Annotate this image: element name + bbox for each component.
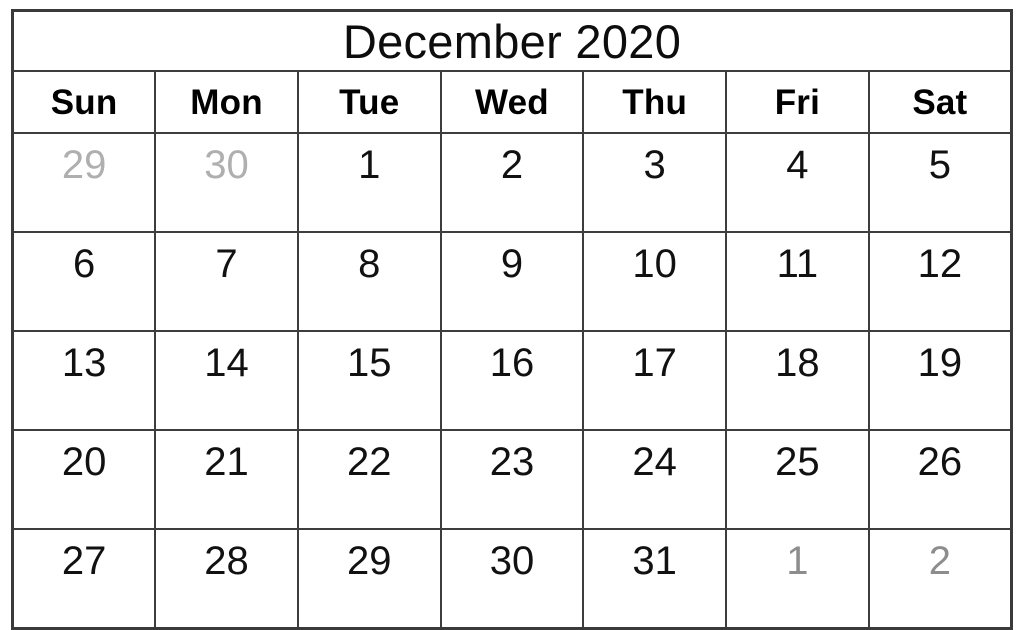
weekday-header-label: Sun [50,82,118,122]
calendar-head: December 2020 Sun Mon Tue Wed Thu Fri Sat [11,9,1013,134]
calendar-day-number: 9 [500,242,524,286]
calendar-day-cell[interactable]: 30 [439,528,585,630]
calendar-weekday-header-row: Sun Mon Tue Wed Thu Fri Sat [11,70,1013,134]
calendar-day-cell[interactable]: 26 [867,429,1013,530]
calendar-day-cell[interactable]: 25 [725,429,870,530]
calendar-week-row: 27 28 29 30 31 1 2 [11,528,1013,630]
calendar-day-number: 14 [204,341,249,385]
calendar-day-cell[interactable]: 2 [439,132,585,233]
calendar-day-number: 18 [775,341,820,385]
weekday-header-label: Sat [912,82,968,122]
calendar-day-cell[interactable]: 23 [439,429,585,530]
calendar-week-row: 29 30 1 2 3 4 5 [11,132,1013,233]
calendar-day-number: 30 [204,143,249,187]
calendar-day-cell[interactable]: 2 [867,528,1013,630]
weekday-header-wed: Wed [439,70,585,134]
calendar-day-number: 20 [61,440,107,484]
calendar-day-cell[interactable]: 13 [11,330,157,431]
calendar-week-row: 6 7 8 9 10 11 12 [11,231,1013,332]
weekday-header-label: Mon [190,82,263,122]
calendar-day-number: 28 [204,539,249,583]
calendar-day-cell[interactable]: 6 [11,231,157,332]
calendar-day-number: 30 [489,539,535,583]
calendar-day-number: 8 [358,242,381,286]
calendar-day-number: 15 [347,341,392,385]
calendar-day-number: 5 [928,143,951,187]
calendar-day-number: 23 [489,440,535,484]
weekday-header-label: Wed [475,82,549,122]
calendar-day-cell[interactable]: 5 [867,132,1013,233]
calendar-day-number: 12 [917,242,963,286]
calendar-day-cell[interactable]: 3 [582,132,728,233]
calendar-day-cell[interactable]: 30 [154,132,299,233]
weekday-header-mon: Mon [154,70,299,134]
calendar-day-number: 26 [917,440,963,484]
calendar-day-number: 2 [500,143,524,187]
calendar-day-number: 1 [786,539,809,583]
calendar-day-number: 25 [775,440,820,484]
calendar-week-row: 13 14 15 16 17 18 19 [11,330,1013,431]
calendar-day-number: 10 [632,242,677,286]
calendar-title-cell: December 2020 [11,9,1013,72]
weekday-header-sun: Sun [11,70,157,134]
calendar-day-number: 2 [928,539,951,583]
calendar-day-cell[interactable]: 18 [725,330,870,431]
weekday-header-thu: Thu [582,70,728,134]
calendar-day-number: 22 [347,440,392,484]
calendar-day-number: 4 [786,143,809,187]
calendar-day-cell[interactable]: 21 [154,429,299,530]
calendar-day-number: 19 [917,341,963,385]
calendar-day-cell[interactable]: 28 [154,528,299,630]
calendar-day-cell[interactable]: 31 [582,528,728,630]
calendar-container: December 2020 Sun Mon Tue Wed Thu Fri Sat 29 30… [11,9,1013,630]
calendar-day-cell[interactable]: 27 [11,528,157,630]
calendar-day-cell[interactable]: 20 [11,429,157,530]
calendar-day-cell[interactable]: 9 [439,231,585,332]
calendar-day-number: 6 [72,242,96,286]
calendar-day-cell[interactable]: 17 [582,330,728,431]
calendar-day-number: 24 [632,440,677,484]
calendar-day-cell[interactable]: 8 [296,231,442,332]
calendar-week-row: 20 21 22 23 24 25 26 [11,429,1013,530]
calendar-day-number: 3 [643,143,666,187]
calendar-day-cell[interactable]: 14 [154,330,299,431]
calendar-day-cell[interactable]: 7 [154,231,299,332]
calendar-day-number: 11 [776,242,819,286]
calendar-day-cell[interactable]: 1 [725,528,870,630]
calendar-day-number: 27 [61,539,107,583]
calendar-day-cell[interactable]: 11 [725,231,870,332]
weekday-header-sat: Sat [867,70,1013,134]
calendar-day-number: 21 [204,440,249,484]
calendar-day-number: 31 [632,539,677,583]
calendar-day-cell[interactable]: 15 [296,330,442,431]
calendar-day-cell[interactable]: 29 [11,132,157,233]
weekday-header-fri: Fri [725,70,870,134]
calendar-day-cell[interactable]: 4 [725,132,870,233]
calendar-day-number: 1 [358,143,381,187]
calendar-day-number: 7 [215,242,238,286]
calendar-day-cell[interactable]: 10 [582,231,728,332]
calendar-body: 29 30 1 2 3 4 5 6 7 8 9 10 11 12 13 14 15 16 17 18 19 20 21 22 2… [11,132,1013,630]
calendar-title-row: December 2020 [11,9,1013,72]
calendar-day-cell[interactable]: 29 [296,528,442,630]
calendar-day-cell[interactable]: 12 [867,231,1013,332]
calendar-day-number: 29 [347,539,392,583]
calendar-day-number: 17 [632,341,677,385]
weekday-header-label: Tue [339,82,400,122]
calendar-day-cell[interactable]: 24 [582,429,728,530]
calendar-day-number: 13 [61,341,107,385]
calendar-day-number: 16 [489,341,535,385]
month-calendar-table: December 2020 Sun Mon Tue Wed Thu Fri Sat 29 30… [11,9,1013,630]
weekday-header-label: Fri [774,82,821,122]
calendar-day-cell[interactable]: 1 [296,132,442,233]
calendar-day-cell[interactable]: 22 [296,429,442,530]
weekday-header-tue: Tue [296,70,442,134]
calendar-day-number: 29 [61,143,107,187]
calendar-day-cell[interactable]: 16 [439,330,585,431]
page-title: December 2020 [342,14,682,68]
calendar-day-cell[interactable]: 19 [867,330,1013,431]
weekday-header-label: Thu [622,82,688,122]
